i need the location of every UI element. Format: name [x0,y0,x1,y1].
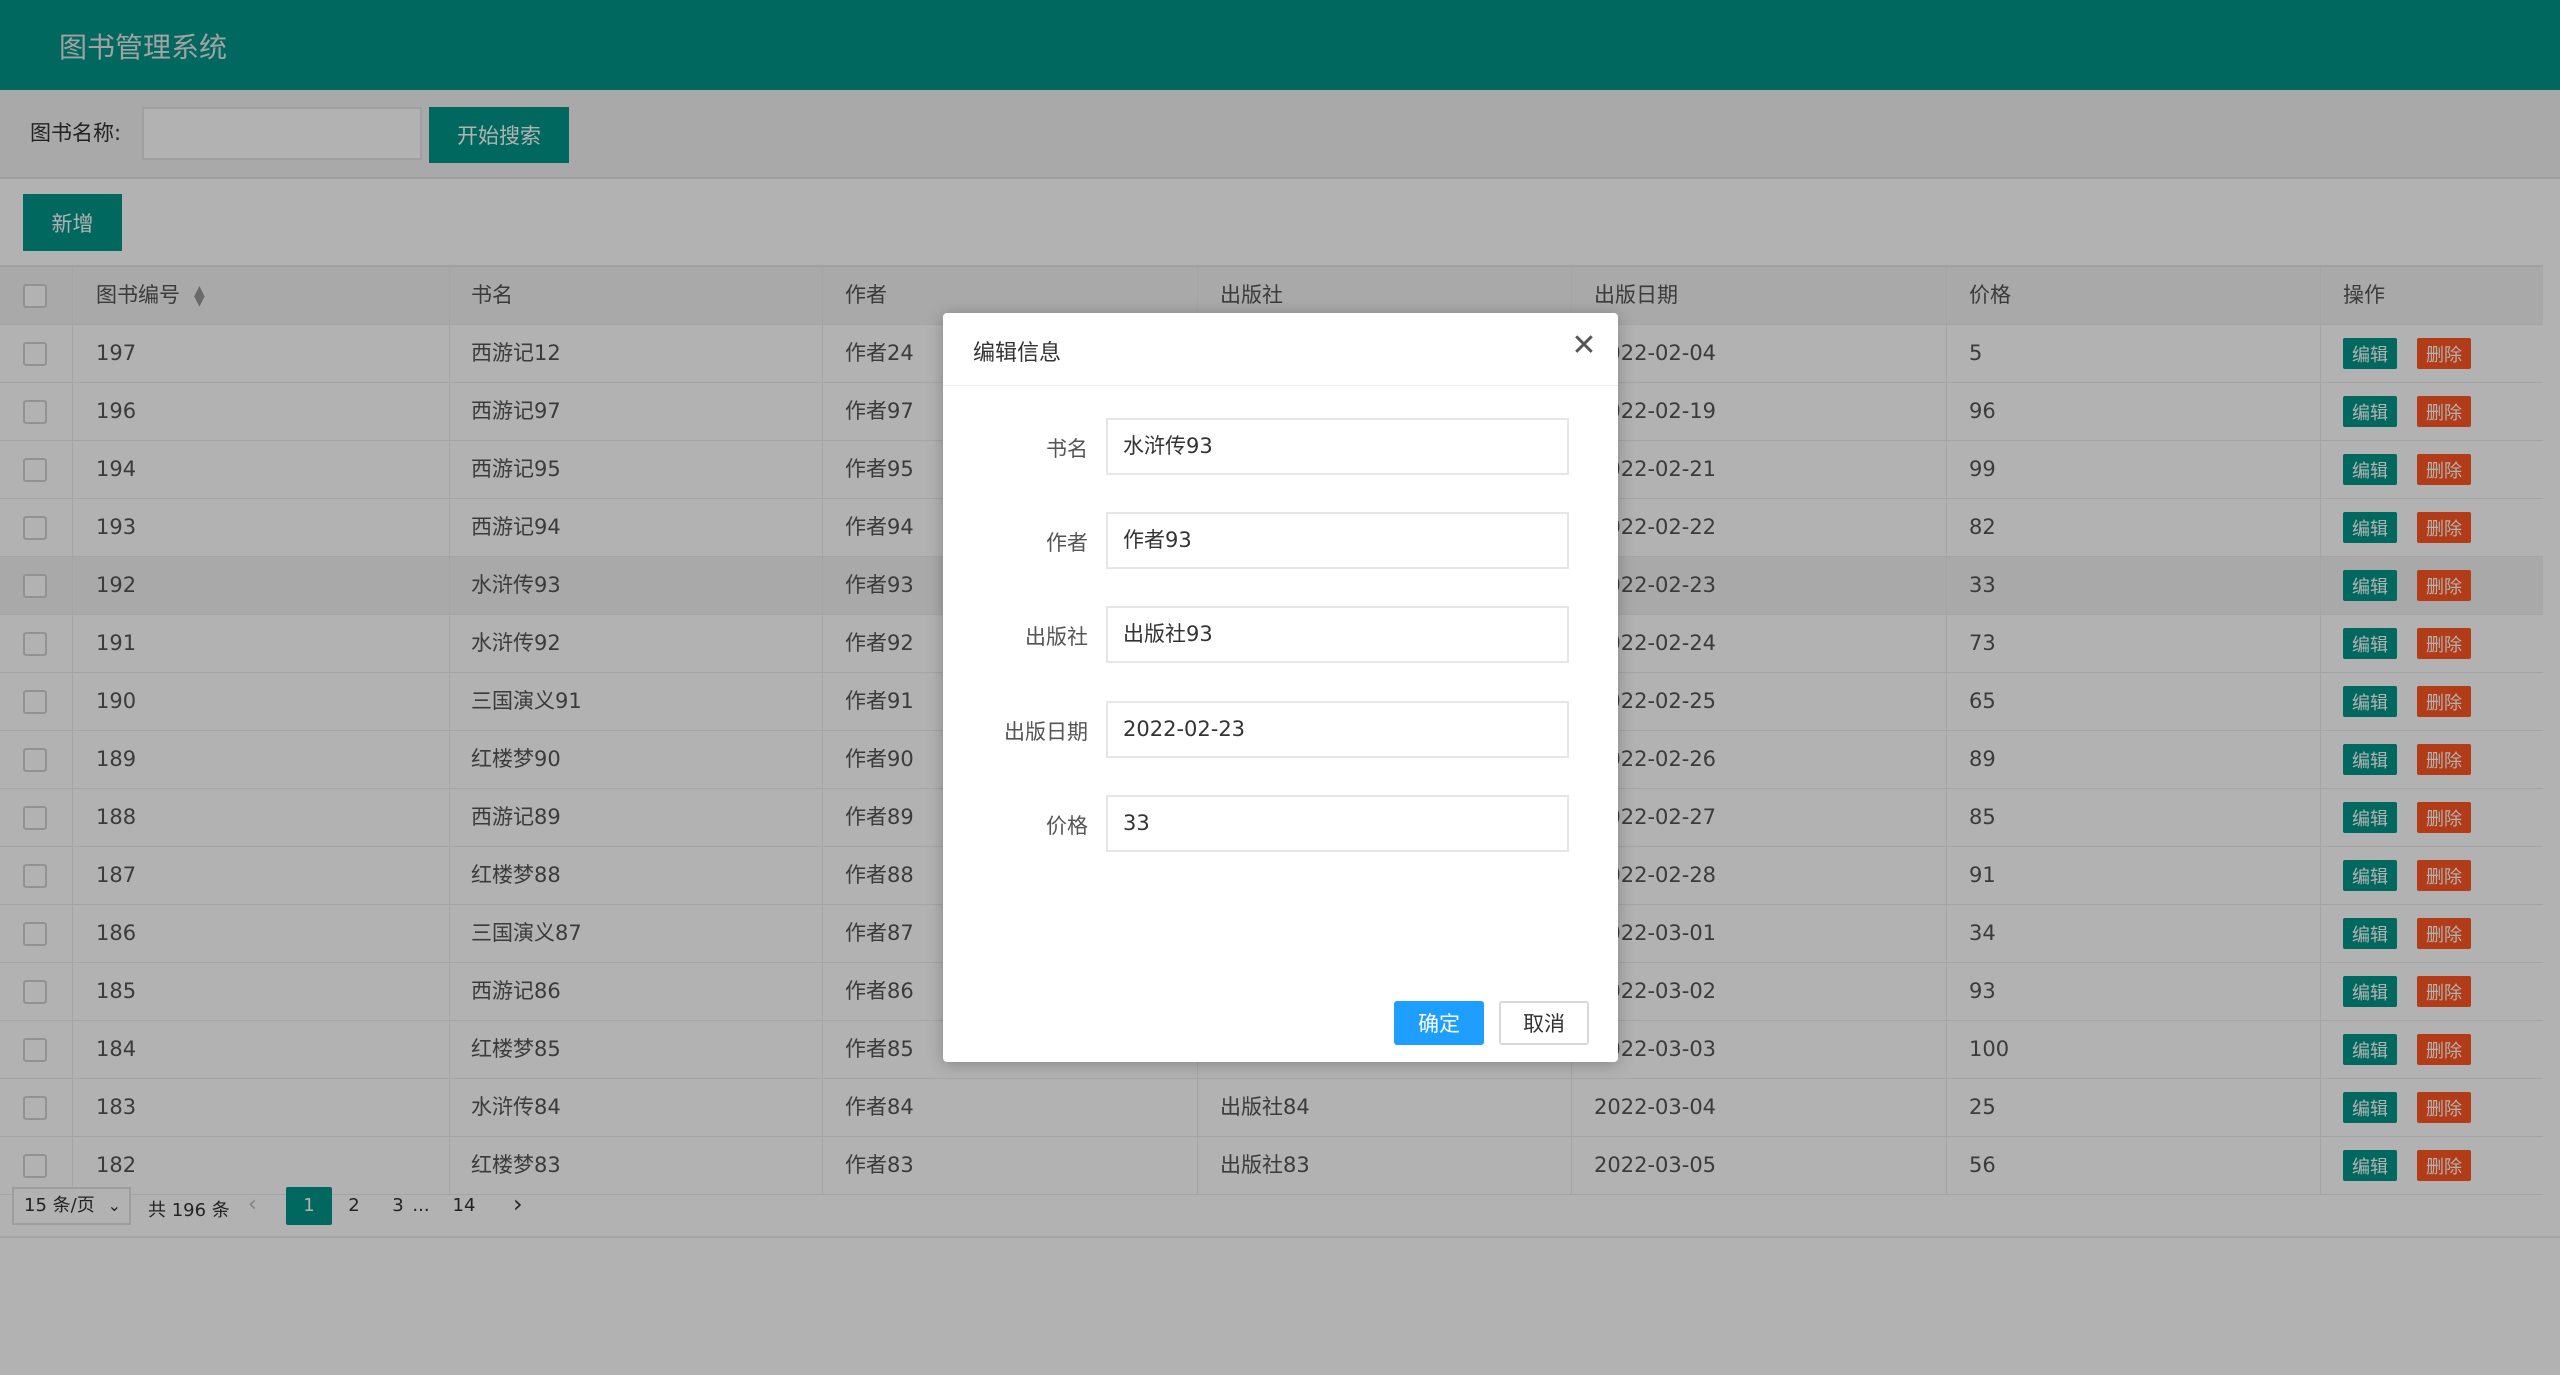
publisher-input[interactable]: 出版社93 [1106,606,1569,663]
confirm-button[interactable]: 确定 [1394,1001,1484,1045]
field-label-name: 书名 [1046,437,1088,461]
dialog-title: 编辑信息 [973,341,1062,366]
close-icon[interactable]: ✕ [1568,331,1600,363]
name-input[interactable]: 水浒传93 [1106,418,1569,475]
field-label-author: 作者 [1046,531,1088,555]
date-input[interactable]: 2022-02-23 [1106,701,1569,758]
cancel-button[interactable]: 取消 [1499,1001,1589,1045]
author-input[interactable]: 作者93 [1106,512,1569,569]
field-label-price: 价格 [1046,814,1088,838]
field-label-date: 出版日期 [1004,720,1088,744]
dialog-divider [943,385,1618,386]
price-input[interactable]: 33 [1106,795,1569,852]
field-label-publisher: 出版社 [1025,625,1088,649]
edit-dialog: 编辑信息 ✕ 书名 水浒传93 作者 作者93 出版社 出版社93 出版日期 2… [943,313,1618,1062]
